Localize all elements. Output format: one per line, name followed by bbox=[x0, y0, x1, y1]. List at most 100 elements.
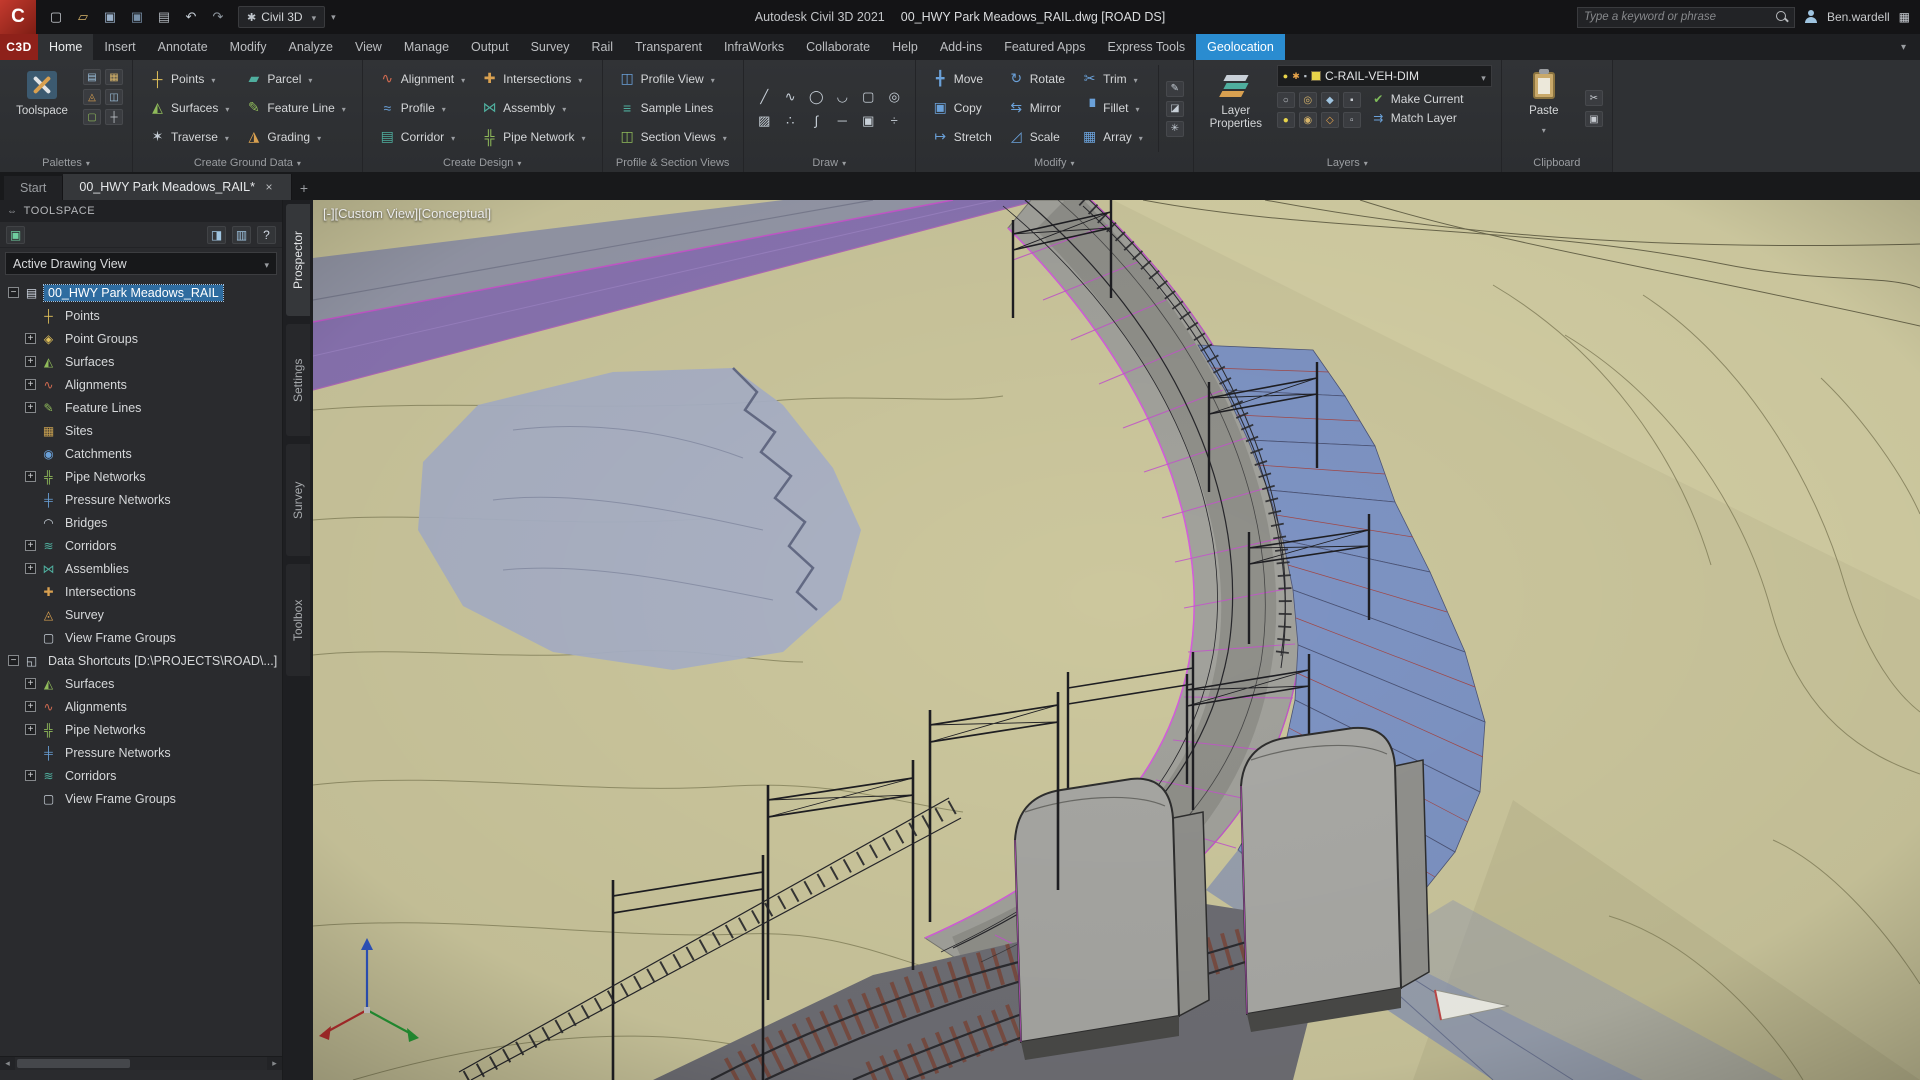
tree-expander[interactable] bbox=[8, 655, 19, 666]
undo-icon[interactable]: ↶ bbox=[181, 8, 201, 26]
properties-palette-icon[interactable]: ▤ bbox=[83, 69, 101, 85]
tree-item[interactable]: ∿ Alignments bbox=[0, 695, 282, 718]
tree-item[interactable]: ▤ 00_HWY Park Meadows_RAIL bbox=[0, 281, 282, 304]
active-drawing-icon[interactable]: ▣ bbox=[6, 226, 25, 244]
scroll-left-arrow[interactable]: ◂ bbox=[0, 1057, 15, 1071]
ribbon-button[interactable]: ◫ Profile View bbox=[612, 65, 734, 92]
layer-properties-button[interactable]: Layer Properties bbox=[1203, 65, 1269, 152]
paste-button[interactable]: Paste bbox=[1511, 65, 1577, 152]
new-drawing-tab-button[interactable]: + bbox=[292, 176, 316, 200]
tree-expander[interactable] bbox=[25, 678, 36, 689]
ribbon-tab[interactable]: Geolocation bbox=[1196, 34, 1285, 60]
item-view-icon[interactable]: ◨ bbox=[207, 226, 226, 244]
ribbon-tab[interactable]: Add-ins bbox=[929, 34, 993, 60]
match-layer-button[interactable]: ⇉ Match Layer bbox=[1371, 111, 1464, 125]
tree-item[interactable]: ◉ Catchments bbox=[0, 442, 282, 465]
layer-select[interactable]: ● ✱ ▪ C-RAIL-VEH-DIM bbox=[1277, 65, 1492, 87]
panel-title-layers[interactable]: Layers bbox=[1194, 154, 1501, 172]
open-file-icon[interactable]: ▱ bbox=[73, 8, 93, 26]
ribbon-tab[interactable]: Manage bbox=[393, 34, 460, 60]
document-tab[interactable]: Start bbox=[4, 176, 63, 200]
ribbon-tab[interactable]: Survey bbox=[520, 34, 581, 60]
ribbon-button[interactable]: ▦ Array bbox=[1074, 123, 1150, 150]
ribbon-tab[interactable]: InfraWorks bbox=[713, 34, 795, 60]
help-icon[interactable]: ? bbox=[257, 226, 276, 244]
erase-icon[interactable]: ◪ bbox=[1166, 101, 1184, 117]
ribbon-button[interactable]: ✶ Traverse bbox=[142, 123, 236, 150]
ribbon-button[interactable]: ◫ Section Views bbox=[612, 123, 734, 150]
prospector-view-selector[interactable]: Active Drawing View bbox=[5, 252, 277, 275]
ribbon-tab[interactable]: Express Tools bbox=[1097, 34, 1197, 60]
tree-item[interactable]: ◭ Surfaces bbox=[0, 672, 282, 695]
make-current-button[interactable]: ✔ Make Current bbox=[1371, 92, 1464, 106]
ribbon-tab[interactable]: Modify bbox=[219, 34, 278, 60]
ribbon-button[interactable]: ◿ Scale bbox=[1001, 123, 1072, 150]
ribbon-button[interactable]: ⇆ Mirror bbox=[1001, 94, 1072, 121]
viewport-canvas[interactable] bbox=[313, 200, 1920, 1080]
ribbon-button[interactable]: ↻ Rotate bbox=[1001, 65, 1072, 92]
survey-toolspace-icon[interactable]: ◬ bbox=[83, 89, 101, 105]
ribbon-tab[interactable]: Insert bbox=[93, 34, 146, 60]
application-menu-button[interactable]: C bbox=[0, 0, 36, 34]
line-icon[interactable]: ╱ bbox=[753, 86, 776, 107]
toolspace-tab[interactable]: Prospector bbox=[286, 204, 310, 316]
ribbon-button[interactable]: ▝ Fillet bbox=[1074, 94, 1150, 121]
tree-item[interactable]: ◠ Bridges bbox=[0, 511, 282, 534]
tree-expander[interactable] bbox=[25, 701, 36, 712]
tree-expander[interactable] bbox=[25, 333, 36, 344]
search-icon[interactable] bbox=[1776, 11, 1788, 23]
ribbon-button[interactable]: ╬ Pipe Network bbox=[474, 123, 592, 150]
point-icon[interactable]: ∴ bbox=[779, 110, 802, 131]
layer-off-icon[interactable]: ○ bbox=[1277, 92, 1295, 108]
drawing-viewport[interactable]: [-][Custom View][Conceptual] bbox=[313, 200, 1920, 1080]
tree-expander[interactable] bbox=[25, 724, 36, 735]
panel-title-palettes[interactable]: Palettes bbox=[0, 154, 132, 172]
event-viewer-icon[interactable]: ◫ bbox=[105, 89, 123, 105]
ribbon-button[interactable]: ✚ Intersections bbox=[474, 65, 592, 92]
ellipse-icon[interactable]: ◎ bbox=[883, 86, 906, 107]
preview-pane-icon[interactable]: ▥ bbox=[232, 226, 251, 244]
toolspace-titlebar[interactable]: ⇔ TOOLSPACE bbox=[0, 200, 282, 222]
tree-item[interactable]: ╪ Pressure Networks bbox=[0, 741, 282, 764]
apps-icon[interactable]: ▦ bbox=[1899, 10, 1910, 24]
minimize-ribbon-button[interactable] bbox=[1887, 34, 1920, 60]
c3d-logo[interactable]: C3D bbox=[0, 34, 38, 60]
ribbon-button[interactable]: ◮ Grading bbox=[238, 123, 352, 150]
ribbon-button[interactable]: ▤ Corridor bbox=[372, 123, 472, 150]
toolspace-button[interactable]: Toolspace bbox=[9, 65, 75, 152]
scroll-right-arrow[interactable]: ▸ bbox=[267, 1057, 282, 1071]
ribbon-button[interactable]: ↦ Stretch bbox=[925, 123, 999, 150]
polyline-icon[interactable]: ∿ bbox=[779, 86, 802, 107]
panel-title-create-design[interactable]: Create Design bbox=[363, 154, 602, 172]
ribbon-button[interactable]: ✂ Trim bbox=[1074, 65, 1150, 92]
ribbon-tab[interactable]: Home bbox=[38, 34, 93, 60]
tree-expander[interactable] bbox=[8, 287, 19, 298]
hatch-icon[interactable]: ▨ bbox=[753, 110, 776, 131]
layer-isolate-icon[interactable]: ◎ bbox=[1299, 92, 1317, 108]
tree-item[interactable]: ╬ Pipe Networks bbox=[0, 718, 282, 741]
panel-title-clipboard[interactable]: Clipboard bbox=[1502, 154, 1612, 172]
save-as-icon[interactable]: ▣ bbox=[127, 8, 147, 26]
ribbon-button[interactable]: ≡ Sample Lines bbox=[612, 94, 734, 121]
ribbon-tab[interactable]: Collaborate bbox=[795, 34, 881, 60]
signed-in-user[interactable]: Ben.wardell bbox=[1827, 10, 1890, 24]
tree-item[interactable]: ⋈ Assemblies bbox=[0, 557, 282, 580]
explode-icon[interactable]: ✳ bbox=[1166, 121, 1184, 137]
workspace-switcher[interactable]: ✱ Civil 3D bbox=[238, 6, 325, 28]
tree-expander[interactable] bbox=[25, 471, 36, 482]
coordinate-tracker-icon[interactable]: ┼ bbox=[105, 109, 123, 125]
ribbon-tab[interactable]: Rail bbox=[580, 34, 624, 60]
ribbon-button[interactable]: ▣ Copy bbox=[925, 94, 999, 121]
save-icon[interactable]: ▣ bbox=[100, 8, 120, 26]
tree-item[interactable]: ╬ Pipe Networks bbox=[0, 465, 282, 488]
circle-icon[interactable]: ◯ bbox=[805, 86, 828, 107]
ribbon-button[interactable]: ⋈ Assembly bbox=[474, 94, 592, 121]
close-tab-icon[interactable] bbox=[263, 181, 275, 193]
layer-unlock-icon[interactable]: ▫ bbox=[1343, 112, 1361, 128]
tree-item[interactable]: ┼ Points bbox=[0, 304, 282, 327]
spline-icon[interactable]: ∫ bbox=[805, 110, 828, 131]
rectangle-icon[interactable]: ▢ bbox=[857, 86, 880, 107]
ribbon-button[interactable]: ▰ Parcel bbox=[238, 65, 352, 92]
tree-item[interactable]: ✎ Feature Lines bbox=[0, 396, 282, 419]
tree-item[interactable]: ◈ Point Groups bbox=[0, 327, 282, 350]
